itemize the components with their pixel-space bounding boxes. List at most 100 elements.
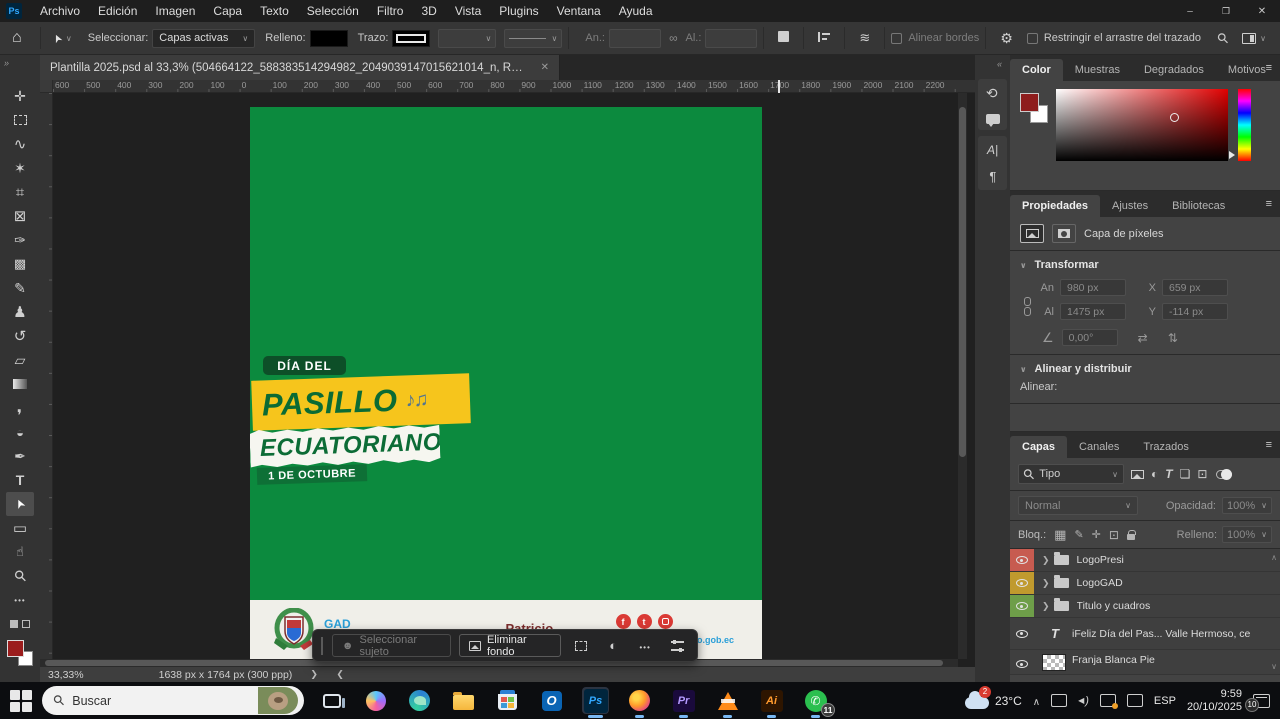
disclosure-chevron-icon[interactable] [1042, 555, 1050, 566]
layer-name[interactable]: Franja Blanca Pie [1072, 654, 1155, 666]
path-operations-button[interactable] [770, 31, 797, 45]
stroke-type-dropdown[interactable] [504, 29, 562, 48]
select-mode-dropdown[interactable]: Capas activas [152, 29, 255, 48]
type-tool[interactable] [6, 468, 34, 492]
visibility-eye-icon[interactable] [1016, 556, 1028, 564]
visibility-eye-icon[interactable] [1016, 630, 1028, 638]
y-value[interactable]: -114 px [1162, 303, 1228, 320]
layer-name[interactable]: iFeliz Día del Pas... Valle Hermoso, ce [1072, 628, 1250, 640]
brush-tool[interactable] [6, 276, 34, 300]
tab-muestras[interactable]: Muestras [1063, 59, 1132, 81]
tool-settings-button[interactable] [992, 30, 1021, 47]
tab-ajustes[interactable]: Ajustes [1100, 195, 1160, 217]
filter-smart-object-button[interactable] [1197, 467, 1207, 481]
clone-stamp-tool[interactable] [6, 300, 34, 324]
panel-menu-button[interactable] [1266, 198, 1272, 210]
stroke-width-dropdown[interactable] [438, 29, 496, 48]
drag-handle[interactable] [321, 637, 324, 655]
tab-canales[interactable]: Canales [1067, 436, 1131, 458]
canvas-viewport[interactable]: DÍA DEL PASILLO ♪♫ ECUATORIANO 1 DE OCTU… [53, 93, 958, 659]
tray-device-icon[interactable] [1051, 694, 1067, 707]
hue-slider-pointer[interactable] [1229, 151, 1235, 159]
collapse-panels-button[interactable] [989, 55, 1010, 73]
menu-item[interactable]: Texto [251, 0, 298, 22]
blend-mode-dropdown[interactable]: Normal [1018, 496, 1138, 515]
tray-expand-chevron[interactable] [1033, 692, 1040, 710]
align-edges-checkbox[interactable] [891, 33, 902, 44]
vertical-scrollbar-thumb[interactable] [959, 107, 966, 457]
layer-row[interactable]: LogoPresi [1010, 549, 1280, 572]
path-selection-tool[interactable] [6, 492, 34, 516]
document-tab[interactable]: Plantilla 2025.psd al 33,3% (504664122_5… [40, 55, 560, 80]
expand-tools-button[interactable] [0, 55, 40, 80]
blur-tool[interactable] [6, 396, 34, 420]
menu-item[interactable]: Ayuda [610, 0, 662, 22]
disclosure-chevron-icon[interactable] [1042, 601, 1050, 612]
scroll-up-caret[interactable] [1271, 553, 1277, 562]
search-highlight-image[interactable] [258, 687, 298, 714]
lock-pixels-icon[interactable] [1074, 528, 1083, 541]
filter-type-button[interactable] [1165, 467, 1172, 481]
lock-transparency-icon[interactable] [1054, 527, 1066, 543]
transform-selection-button[interactable] [569, 634, 593, 657]
menu-item[interactable]: Capa [204, 0, 251, 22]
mask-button[interactable] [1052, 224, 1076, 243]
visibility-eye-icon[interactable] [1016, 602, 1028, 610]
vertical-scrollbar[interactable] [958, 93, 967, 659]
visibility-eye-icon[interactable] [1016, 579, 1028, 587]
color-field[interactable] [1056, 89, 1228, 161]
flip-horizontal-button[interactable] [1138, 331, 1148, 345]
layer-name[interactable]: Titulo y cuadros [1077, 600, 1151, 612]
adjustments-button[interactable] [601, 634, 625, 657]
frame-tool[interactable] [6, 204, 34, 228]
menu-item[interactable]: 3D [412, 0, 445, 22]
comments-panel-button[interactable] [986, 114, 1000, 124]
illustrator-button[interactable]: Ai [758, 687, 785, 714]
firefox-button[interactable] [626, 687, 653, 714]
constrain-path-option[interactable]: Restringir el arrastre del trazado [1027, 32, 1201, 44]
x-value[interactable]: 659 px [1162, 279, 1228, 296]
notification-center-button[interactable]: 10 [1253, 694, 1270, 708]
menu-item[interactable]: Filtro [368, 0, 413, 22]
opacity-value[interactable]: 100% [1222, 497, 1272, 514]
constrain-checkbox[interactable] [1027, 33, 1038, 44]
tab-color[interactable]: Color [1010, 59, 1063, 81]
tab-capas[interactable]: Capas [1010, 436, 1067, 458]
select-subject-button[interactable]: Seleccionar sujeto [332, 634, 451, 657]
start-button[interactable] [8, 688, 34, 714]
bar-properties-button[interactable] [665, 634, 689, 657]
vlc-button[interactable] [714, 687, 741, 714]
remove-background-button[interactable]: Eliminar fondo [459, 634, 561, 657]
weather-widget[interactable]: 2 23°C [965, 693, 1022, 709]
menu-item[interactable]: Selección [298, 0, 368, 22]
filter-adjustment-button[interactable] [1151, 467, 1158, 481]
disclosure-chevron-icon[interactable] [1042, 578, 1050, 589]
filter-toggle[interactable] [1216, 470, 1232, 479]
height-value[interactable]: 1475 px [1060, 303, 1126, 320]
hue-slider[interactable] [1238, 89, 1251, 161]
pixel-layer-button[interactable] [1020, 224, 1044, 243]
zoom-tool[interactable] [6, 564, 34, 588]
color-picker-cursor[interactable] [1170, 113, 1179, 122]
filter-shape-button[interactable] [1180, 467, 1191, 481]
height-input[interactable] [705, 29, 757, 48]
visibility-eye-icon[interactable] [1016, 660, 1028, 668]
gradient-tool[interactable] [6, 372, 34, 396]
tab-propiedades[interactable]: Propiedades [1010, 195, 1100, 217]
layer-name[interactable]: LogoPresi [1077, 554, 1124, 566]
width-input[interactable] [609, 29, 661, 48]
task-view-button[interactable] [318, 687, 345, 714]
marquee-tool[interactable] [6, 108, 34, 132]
outlook-button[interactable]: O [538, 687, 565, 714]
menu-item[interactable]: Ventana [548, 0, 610, 22]
edit-toolbar-button[interactable] [6, 588, 34, 612]
clock[interactable]: 9:59 20/10/2025 [1187, 688, 1242, 714]
link-dimensions-button[interactable] [661, 31, 686, 45]
current-tool-button[interactable] [47, 32, 78, 45]
restore-button[interactable] [1208, 0, 1244, 22]
foreground-color-swatch[interactable] [7, 640, 24, 657]
eyedropper-tool[interactable] [6, 228, 34, 252]
network-icon[interactable] [1127, 694, 1143, 707]
tab-close-button[interactable] [541, 62, 549, 73]
scroll-down-caret[interactable] [1271, 662, 1277, 671]
